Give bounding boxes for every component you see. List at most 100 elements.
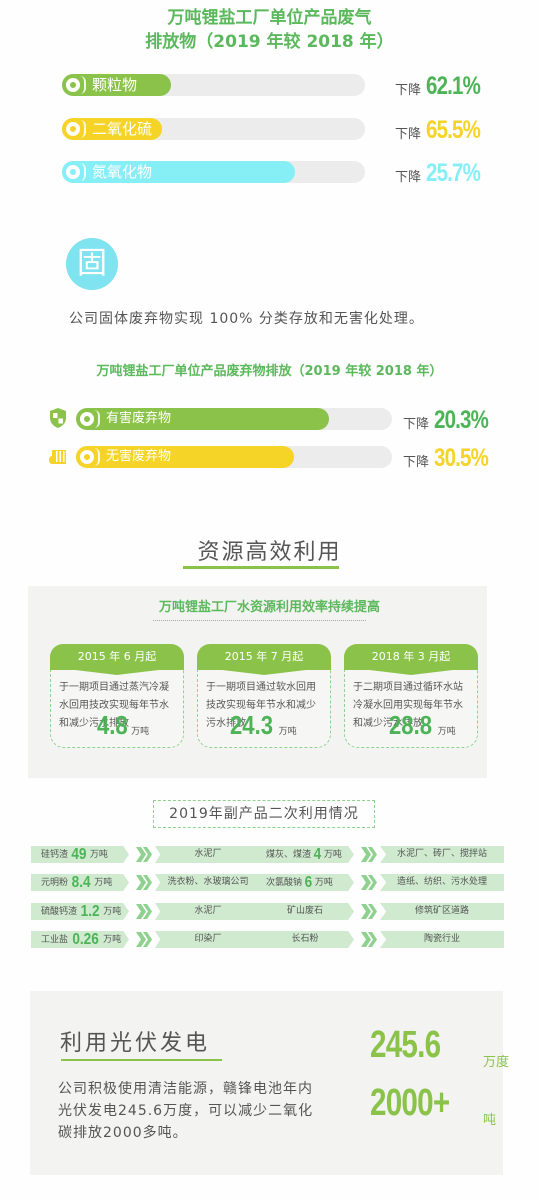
byproduct-source: 元明粉 8.4 万吨 <box>31 874 129 891</box>
byproduct-use: 造纸、纺织、污水处理 <box>380 874 504 891</box>
byproduct-name: 煤灰、煤渣 <box>266 850 312 860</box>
bar-label: 无害废弃物 <box>106 449 172 464</box>
bullet-dot-icon <box>66 78 80 92</box>
pv-title: 利用光伏发电 <box>60 1031 211 1056</box>
drop-value: 20.3% <box>434 406 489 434</box>
solid-drop-nonhazardous: 下降 30.5% <box>403 444 500 473</box>
value-unit: 万吨 <box>437 727 456 737</box>
drop-value: 25.7% <box>426 159 481 187</box>
double-chevron-right-icon <box>135 846 153 863</box>
bullet-dot-icon <box>66 122 80 136</box>
pv-stat-power: 245.6 万度 <box>370 1024 509 1070</box>
bar-fill: 颗粒物 <box>62 74 171 96</box>
byproduct-name: 硅钙渣 <box>41 850 69 860</box>
solid-waste-icon: 固 <box>66 238 118 290</box>
water-card: 2015 年 7 月起 于一期项目通过软水回用技改实现每年节水和减少污水排放 2… <box>197 644 331 748</box>
byproduct-amount: 4 <box>313 846 322 863</box>
resource-section-title: 资源高效利用 <box>197 540 342 565</box>
byproduct-source: 硅钙渣 49 万吨 <box>31 846 129 863</box>
byproduct-use: 陶瓷行业 <box>380 931 504 948</box>
double-chevron-right-icon <box>135 874 153 891</box>
byproduct-name: 长石粉 <box>291 934 319 944</box>
bar-label: 氮氧化物 <box>92 163 153 181</box>
shield-icon <box>48 407 68 429</box>
bullet-dot-icon <box>80 412 94 426</box>
double-chevron-right-icon <box>360 874 378 891</box>
water-card-value: 4.8 万吨 <box>97 710 149 741</box>
byproduct-name: 元明粉 <box>41 878 69 888</box>
byproduct-unit: 万吨 <box>103 935 122 945</box>
drop-value: 30.5% <box>434 444 489 472</box>
gas-title-line2: 排放物（2019 年较 2018 年） <box>145 32 394 52</box>
value-unit: 万吨 <box>278 727 297 737</box>
byproduct-source: 长石粉 <box>256 931 354 948</box>
dotted-divider <box>153 620 366 621</box>
byproduct-use: 修筑矿区道路 <box>380 903 504 920</box>
water-card-date: 2015 年 6 月起 <box>50 644 184 670</box>
title-underline <box>183 566 339 569</box>
byproduct-use: 印染厂 <box>155 931 261 948</box>
pv-title-underline <box>61 1059 222 1061</box>
byproduct-source: 工业盐 0.26 万吨 <box>31 931 129 948</box>
byproduct-amount: 1.2 <box>80 903 100 920</box>
byproduct-name: 工业盐 <box>41 935 69 945</box>
byproduct-amount: 6 <box>304 874 313 891</box>
water-card-date: 2015 年 7 月起 <box>197 644 331 670</box>
byproduct-amount: 0.26 <box>72 931 99 948</box>
byproduct-use: 水泥厂 <box>155 846 261 863</box>
double-chevron-right-icon <box>360 903 378 920</box>
bullet-dot-icon <box>80 450 94 464</box>
gas-title-line1: 万吨锂盐工厂单位产品废气 <box>167 8 372 28</box>
bar-fill: 有害废弃物 <box>76 408 329 430</box>
bar-fill: 氮氧化物 <box>62 161 295 183</box>
drop-label: 下降 <box>403 455 430 470</box>
stat-unit: 吨 <box>483 1113 497 1128</box>
byproduct-source: 硫酸钙渣 1.2 万吨 <box>31 903 129 920</box>
drop-value: 65.5% <box>426 116 481 144</box>
double-chevron-right-icon <box>360 846 378 863</box>
value-number: 4.8 <box>97 710 128 740</box>
byproducts-title: 2019年副产品二次利用情况 <box>153 800 375 828</box>
byproduct-unit: 万吨 <box>323 850 342 860</box>
pv-stat-co2: 2000+ 吨 <box>370 1082 496 1128</box>
water-panel-title: 万吨锂盐工厂水资源利用效率持续提高 <box>158 600 380 615</box>
solid-waste-title: 万吨锂盐工厂单位产品废弃物排放（2019 年较 2018 年） <box>96 364 443 379</box>
byproduct-source: 矿山废石 <box>256 903 354 920</box>
drop-value: 62.1% <box>426 72 481 100</box>
drop-label: 下降 <box>403 417 430 432</box>
bar-label: 二氧化硫 <box>92 120 153 138</box>
byproduct-unit: 万吨 <box>89 850 108 860</box>
byproduct-unit: 万吨 <box>314 878 333 888</box>
byproduct-name: 硫酸钙渣 <box>41 907 78 917</box>
byproduct-name: 矿山废石 <box>286 906 323 916</box>
byproduct-use: 水泥厂 <box>155 903 261 920</box>
byproduct-amount: 8.4 <box>71 874 91 891</box>
byproduct-name: 次氯酸钠 <box>266 878 303 888</box>
gas-drop-so2: 下降 65.5% <box>395 116 492 145</box>
value-unit: 万吨 <box>131 727 150 737</box>
drop-label: 下降 <box>395 83 422 98</box>
double-chevron-right-icon <box>135 931 153 948</box>
bar-fill: 二氧化硫 <box>62 118 162 140</box>
byproduct-amount: 49 <box>71 846 87 863</box>
bar-label: 有害废弃物 <box>106 411 172 426</box>
double-chevron-right-icon <box>135 903 153 920</box>
trash-bin-icon <box>48 445 68 467</box>
bullet-dot-icon <box>66 165 80 179</box>
byproduct-source: 次氯酸钠 6 万吨 <box>256 874 354 891</box>
stat-unit: 万度 <box>483 1055 510 1070</box>
stat-number: 2000+ <box>370 1082 450 1124</box>
water-card-value: 28.8 万吨 <box>389 710 456 741</box>
value-number: 24.3 <box>230 710 274 740</box>
water-card-date: 2018 年 3 月起 <box>344 644 478 670</box>
value-number: 28.8 <box>389 710 433 740</box>
gas-emissions-title: 万吨锂盐工厂单位产品废气 排放物（2019 年较 2018 年） <box>0 6 539 54</box>
pv-description: 公司积极使用清洁能源，赣锋电池年内光伏发电245.6万度，可以减少二氧化碳排放2… <box>58 1081 314 1141</box>
bar-label: 颗粒物 <box>92 76 138 94</box>
byproduct-source: 煤灰、煤渣 4 万吨 <box>256 846 354 863</box>
gas-drop-nox: 下降 25.7% <box>395 159 492 188</box>
water-card: 2018 年 3 月起 于二期项目通过循环水站冷凝水回用实现每年节水和减少污水排… <box>344 644 478 748</box>
stat-number: 245.6 <box>370 1024 441 1066</box>
water-card: 2015 年 6 月起 于一期项目通过蒸汽冷凝水回用技改实现每年节水和减少污水排… <box>50 644 184 748</box>
water-card-value: 24.3 万吨 <box>230 710 297 741</box>
